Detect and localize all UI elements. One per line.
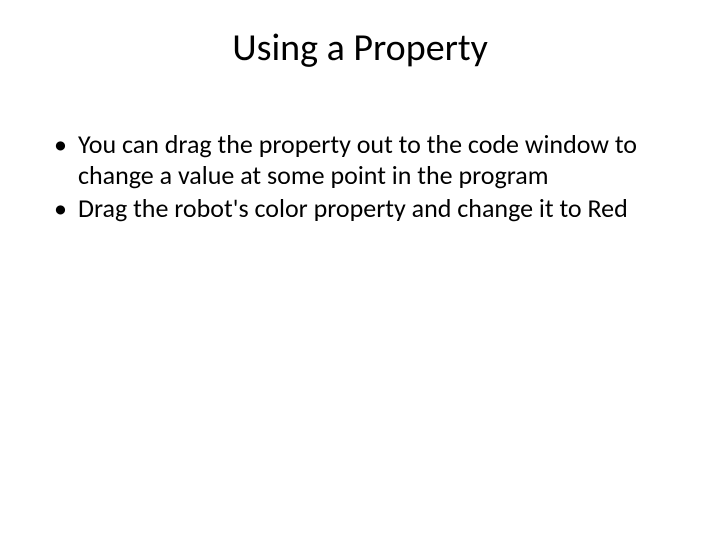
bullet-item: You can drag the property out to the cod… [50,129,670,191]
bullet-item: Drag the robot's color property and chan… [50,193,670,224]
bullet-list: You can drag the property out to the cod… [50,129,670,225]
slide-title: Using a Property [50,25,670,71]
slide-container: Using a Property You can drag the proper… [0,0,720,540]
